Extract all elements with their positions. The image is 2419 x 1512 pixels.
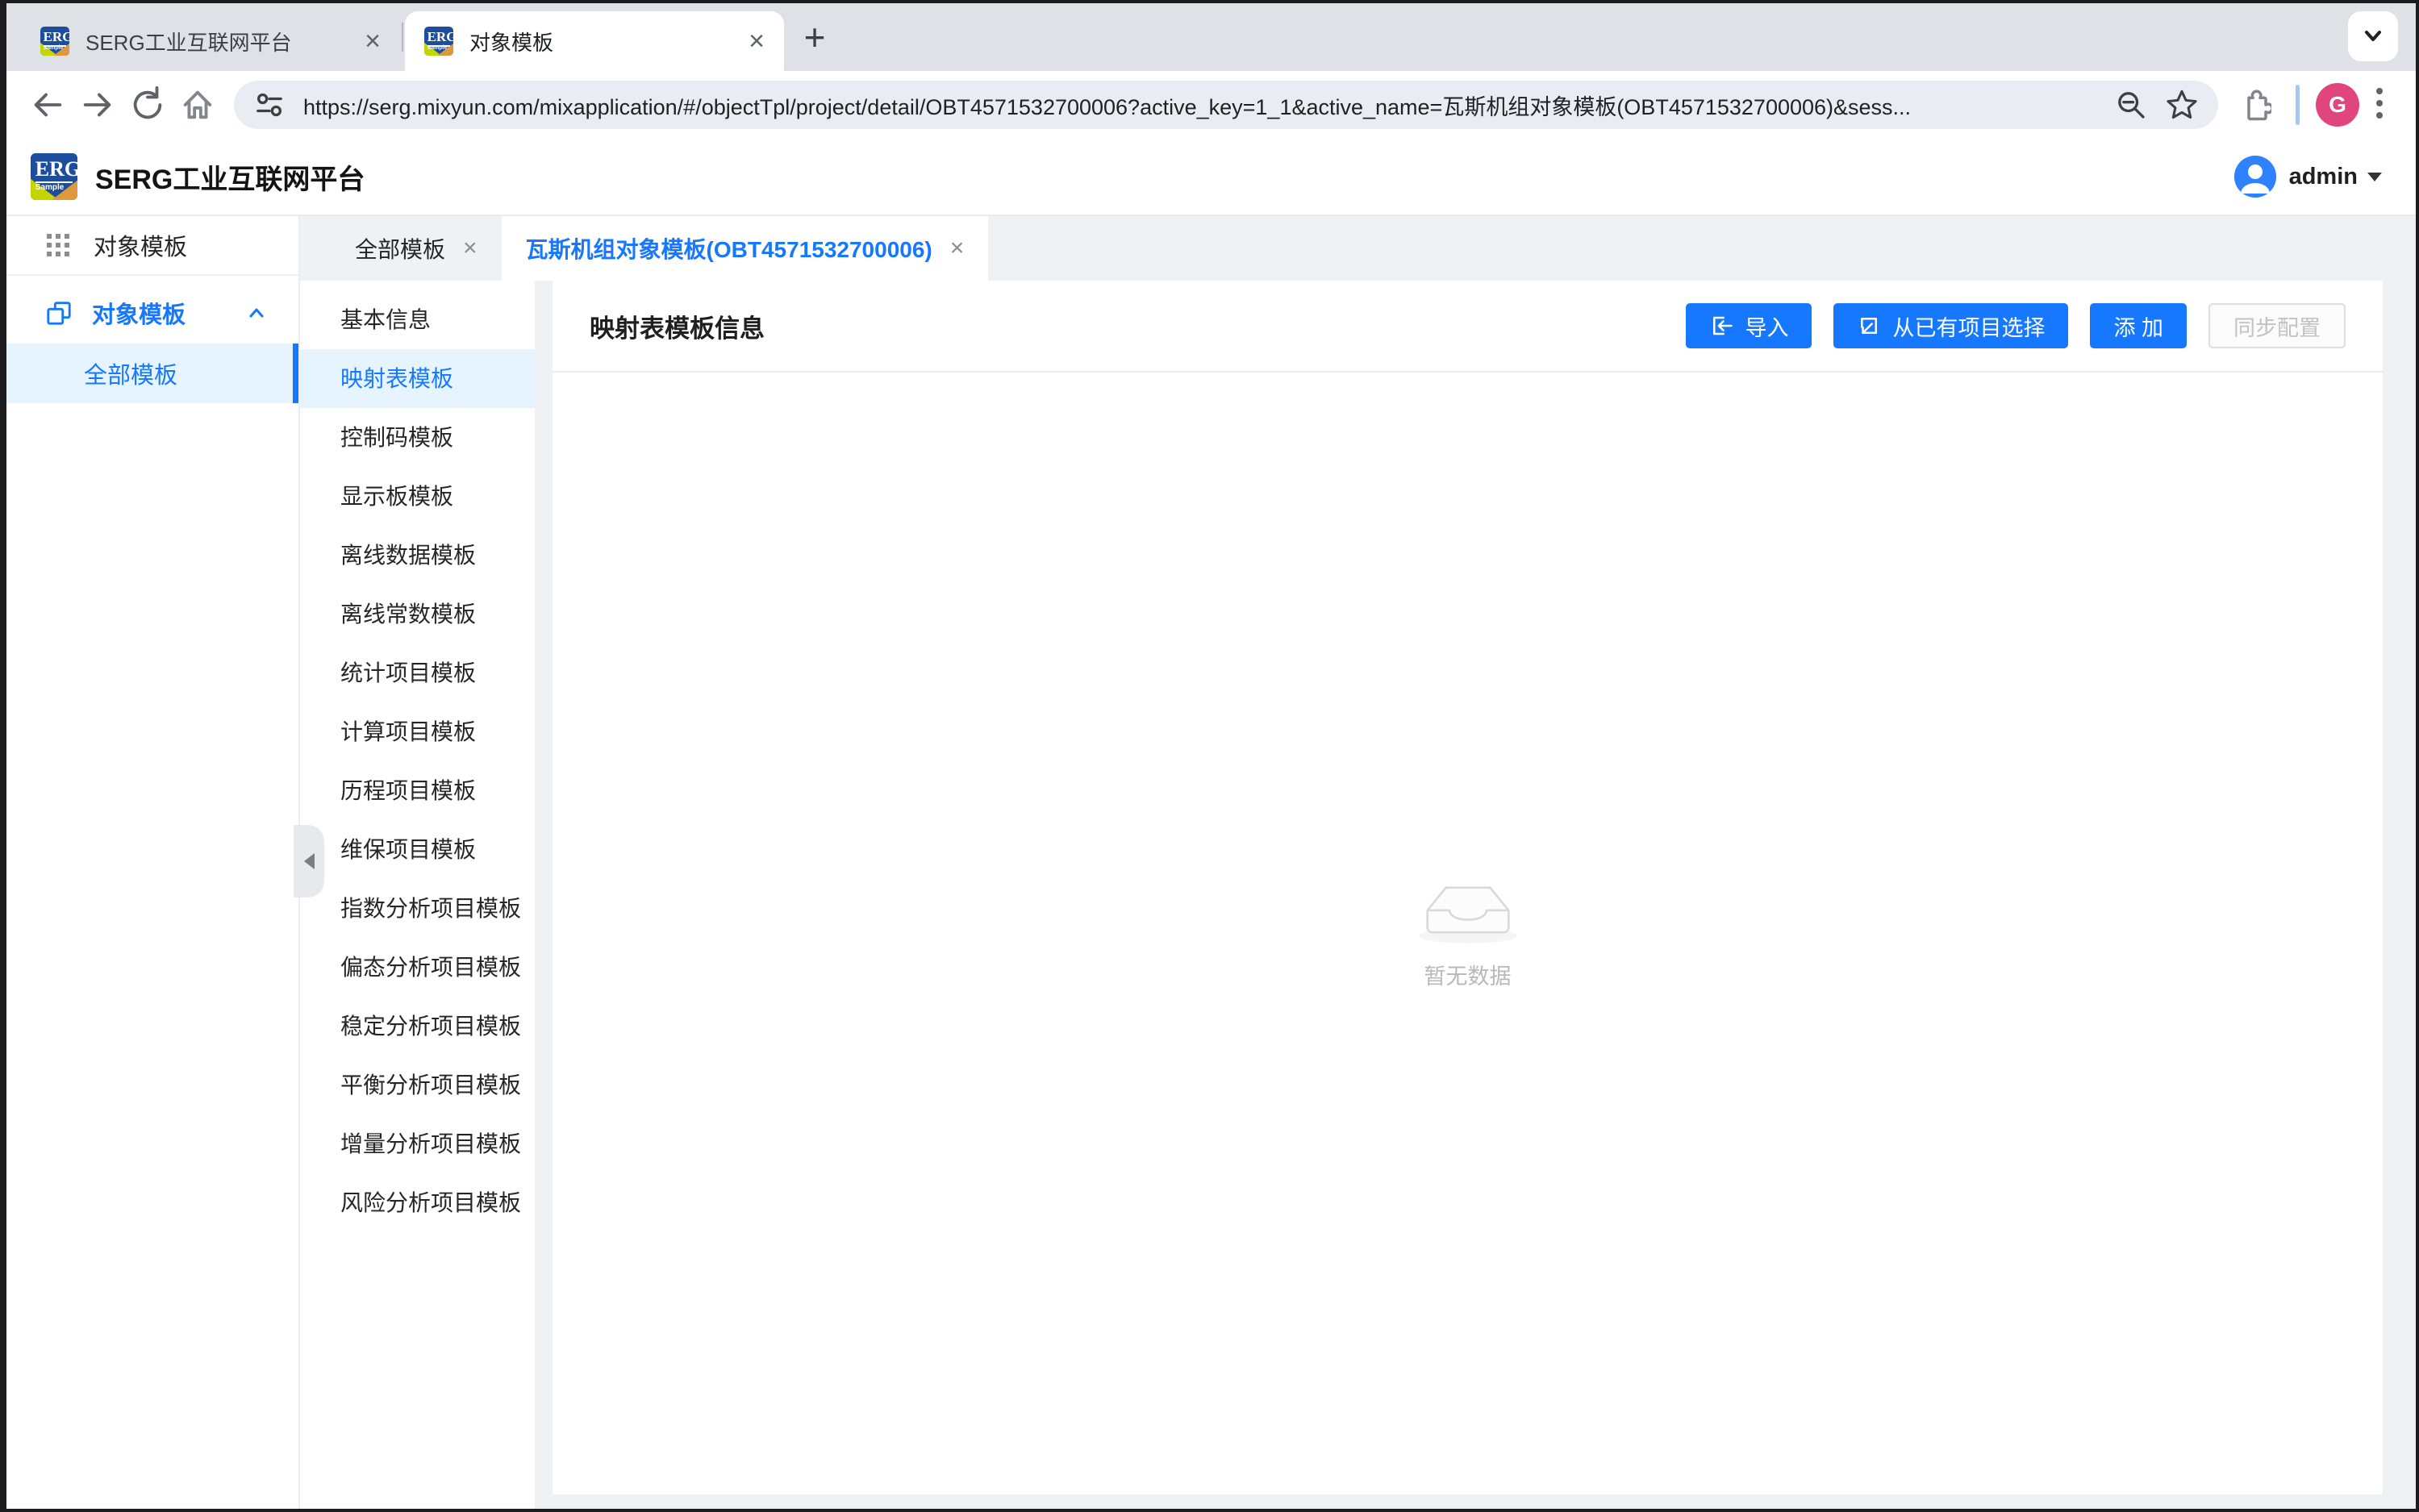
menu-item-offline-constant-template[interactable]: 离线常数模板 bbox=[300, 585, 535, 644]
sync-config-button[interactable]: 同步配置 bbox=[2208, 303, 2346, 348]
card-body: 暂无数据 bbox=[553, 373, 2383, 1494]
empty-state-text: 暂无数据 bbox=[1424, 959, 1512, 990]
kebab-menu-icon bbox=[2374, 85, 2385, 122]
home-icon bbox=[179, 86, 216, 123]
username[interactable]: admin bbox=[2289, 164, 2358, 190]
app-header: ERG Sample SERG工业互联网平台 admin bbox=[6, 139, 2416, 216]
import-button[interactable]: 导入 bbox=[1686, 303, 1812, 348]
sidebar-app-switcher[interactable]: 对象模板 bbox=[6, 216, 298, 274]
home-button[interactable] bbox=[173, 80, 223, 130]
close-tab-icon[interactable]: × bbox=[749, 27, 765, 55]
extensions-button[interactable] bbox=[2229, 80, 2279, 130]
workspace-tab-label: 瓦斯机组对象模板(OBT4571532700006) bbox=[526, 232, 932, 264]
menu-item-mapping-table-template[interactable]: 映射表模板 bbox=[300, 349, 535, 408]
menu-item-balance-analysis-item-template[interactable]: 平衡分析项目模板 bbox=[300, 1056, 535, 1114]
card-header: 映射表模板信息 导入 bbox=[553, 281, 2383, 373]
select-from-project-button[interactable]: 从已有项目选择 bbox=[1833, 303, 2068, 348]
workspace-tab-label: 全部模板 bbox=[355, 232, 445, 264]
menu-item-statistics-item-template[interactable]: 统计项目模板 bbox=[300, 644, 535, 702]
close-tab-icon[interactable]: × bbox=[463, 236, 478, 260]
browser-tab-1[interactable]: ERG Sample SERG工业互联网平台 × bbox=[21, 11, 400, 71]
toolbar-divider bbox=[2296, 85, 2300, 125]
add-button-label: 添 加 bbox=[2113, 310, 2163, 342]
back-arrow-icon bbox=[29, 86, 66, 123]
browser-tab-2-active[interactable]: ERG Sample 对象模板 × bbox=[405, 11, 784, 71]
browser-tab-title: SERG工业互联网平台 bbox=[85, 27, 348, 56]
back-button[interactable] bbox=[23, 80, 73, 130]
chevron-down-icon bbox=[2359, 22, 2388, 51]
workspace-tab-bar: 全部模板 × 瓦斯机组对象模板(OBT4571532700006) × bbox=[300, 216, 2416, 281]
browser-tab-strip: ERG Sample SERG工业互联网平台 × ERG Sample 对象模板… bbox=[6, 3, 2416, 71]
browser-window: ERG Sample SERG工业互联网平台 × ERG Sample 对象模板… bbox=[0, 0, 2419, 1512]
user-icon bbox=[2234, 156, 2276, 198]
forward-button[interactable] bbox=[73, 80, 123, 130]
select-icon bbox=[1857, 314, 1881, 338]
mapping-template-card: 映射表模板信息 导入 bbox=[553, 281, 2383, 1494]
bookmark-star-icon[interactable] bbox=[2165, 88, 2199, 122]
close-tab-icon[interactable]: × bbox=[365, 27, 381, 55]
app-logo: ERG Sample bbox=[31, 153, 77, 200]
sidebar-collapse-handle[interactable] bbox=[294, 825, 324, 898]
chevron-up-icon bbox=[245, 302, 268, 324]
menu-item-basic-info[interactable]: 基本信息 bbox=[300, 290, 535, 349]
browser-tab-title: 对象模板 bbox=[469, 27, 732, 56]
menu-item-history-item-template[interactable]: 历程项目模板 bbox=[300, 761, 535, 820]
import-icon bbox=[1709, 314, 1733, 338]
card-actions: 导入 从已有项目选择 添 加 bbox=[1686, 303, 2346, 348]
forward-arrow-icon bbox=[79, 86, 116, 123]
menu-item-risk-analysis-item-template[interactable]: 风险分析项目模板 bbox=[300, 1173, 535, 1232]
tab-separator bbox=[402, 23, 403, 52]
card-title: 映射表模板信息 bbox=[590, 308, 765, 344]
menu-item-skewness-analysis-item-template[interactable]: 偏态分析项目模板 bbox=[300, 938, 535, 997]
close-tab-icon[interactable]: × bbox=[950, 236, 965, 260]
workspace-tab-all-templates[interactable]: 全部模板 × bbox=[331, 216, 502, 281]
menu-item-offline-data-template[interactable]: 离线数据模板 bbox=[300, 526, 535, 585]
new-tab-button[interactable]: + bbox=[790, 13, 839, 61]
menu-item-control-code-template[interactable]: 控制码模板 bbox=[300, 408, 535, 467]
reload-button[interactable] bbox=[123, 80, 173, 130]
reload-icon bbox=[129, 86, 166, 123]
menu-item-increment-analysis-item-template[interactable]: 增量分析项目模板 bbox=[300, 1114, 535, 1173]
url-text[interactable]: https://serg.mixyun.com/mixapplication/#… bbox=[303, 90, 2097, 121]
puzzle-icon bbox=[2238, 88, 2271, 122]
empty-box-icon bbox=[1413, 877, 1523, 946]
grid-apps-icon bbox=[45, 232, 71, 258]
add-button[interactable]: 添 加 bbox=[2090, 303, 2187, 348]
menu-item-calculation-item-template[interactable]: 计算项目模板 bbox=[300, 702, 535, 761]
workspace-tab-gas-unit-template[interactable]: 瓦斯机组对象模板(OBT4571532700006) × bbox=[502, 216, 989, 281]
browser-profile-avatar[interactable]: G bbox=[2316, 83, 2359, 127]
favicon-erg: ERG Sample bbox=[40, 27, 69, 56]
browser-menu-button[interactable] bbox=[2374, 85, 2385, 126]
zoom-out-icon[interactable] bbox=[2115, 89, 2147, 121]
template-blocks-icon bbox=[45, 299, 73, 327]
tab-search-button[interactable] bbox=[2348, 11, 2398, 61]
user-menu-caret-icon[interactable] bbox=[2367, 173, 2382, 181]
browser-toolbar: https://serg.mixyun.com/mixapplication/#… bbox=[6, 71, 2416, 139]
sidebar: 对象模板 对象模板 全部模板 bbox=[6, 216, 300, 1509]
sync-config-label: 同步配置 bbox=[2233, 310, 2321, 342]
menu-item-display-board-template[interactable]: 显示板模板 bbox=[300, 467, 535, 526]
menu-item-index-analysis-item-template[interactable]: 指数分析项目模板 bbox=[300, 879, 535, 938]
workspace-body: 基本信息 映射表模板 控制码模板 显示板模板 离线数据模板 离线常数模板 统计项… bbox=[300, 281, 2416, 1509]
collapse-left-arrow-icon bbox=[304, 853, 315, 869]
favicon-erg: ERG Sample bbox=[424, 27, 453, 56]
url-bar[interactable]: https://serg.mixyun.com/mixapplication/#… bbox=[234, 81, 2218, 129]
main-layout: 对象模板 对象模板 全部模板 全部模板 × bbox=[6, 216, 2416, 1509]
content-area: 全部模板 × 瓦斯机组对象模板(OBT4571532700006) × 基本信息… bbox=[300, 216, 2416, 1509]
select-from-project-label: 从已有项目选择 bbox=[1892, 310, 2045, 342]
sidebar-divider bbox=[6, 274, 298, 276]
sidebar-group-label: 对象模板 bbox=[92, 296, 226, 330]
import-button-label: 导入 bbox=[1745, 310, 1788, 342]
sidebar-item-all-templates[interactable]: 全部模板 bbox=[6, 344, 298, 403]
app-title: SERG工业互联网平台 bbox=[95, 157, 365, 197]
sidebar-app-label: 对象模板 bbox=[94, 228, 187, 262]
menu-item-stability-analysis-item-template[interactable]: 稳定分析项目模板 bbox=[300, 997, 535, 1056]
detail-menu-panel: 基本信息 映射表模板 控制码模板 显示板模板 离线数据模板 离线常数模板 统计项… bbox=[300, 281, 535, 1509]
sidebar-group-object-template[interactable]: 对象模板 bbox=[6, 282, 298, 344]
menu-item-maintenance-item-template[interactable]: 维保项目模板 bbox=[300, 820, 535, 879]
user-avatar[interactable] bbox=[2234, 156, 2276, 198]
site-settings-icon[interactable] bbox=[253, 89, 286, 121]
